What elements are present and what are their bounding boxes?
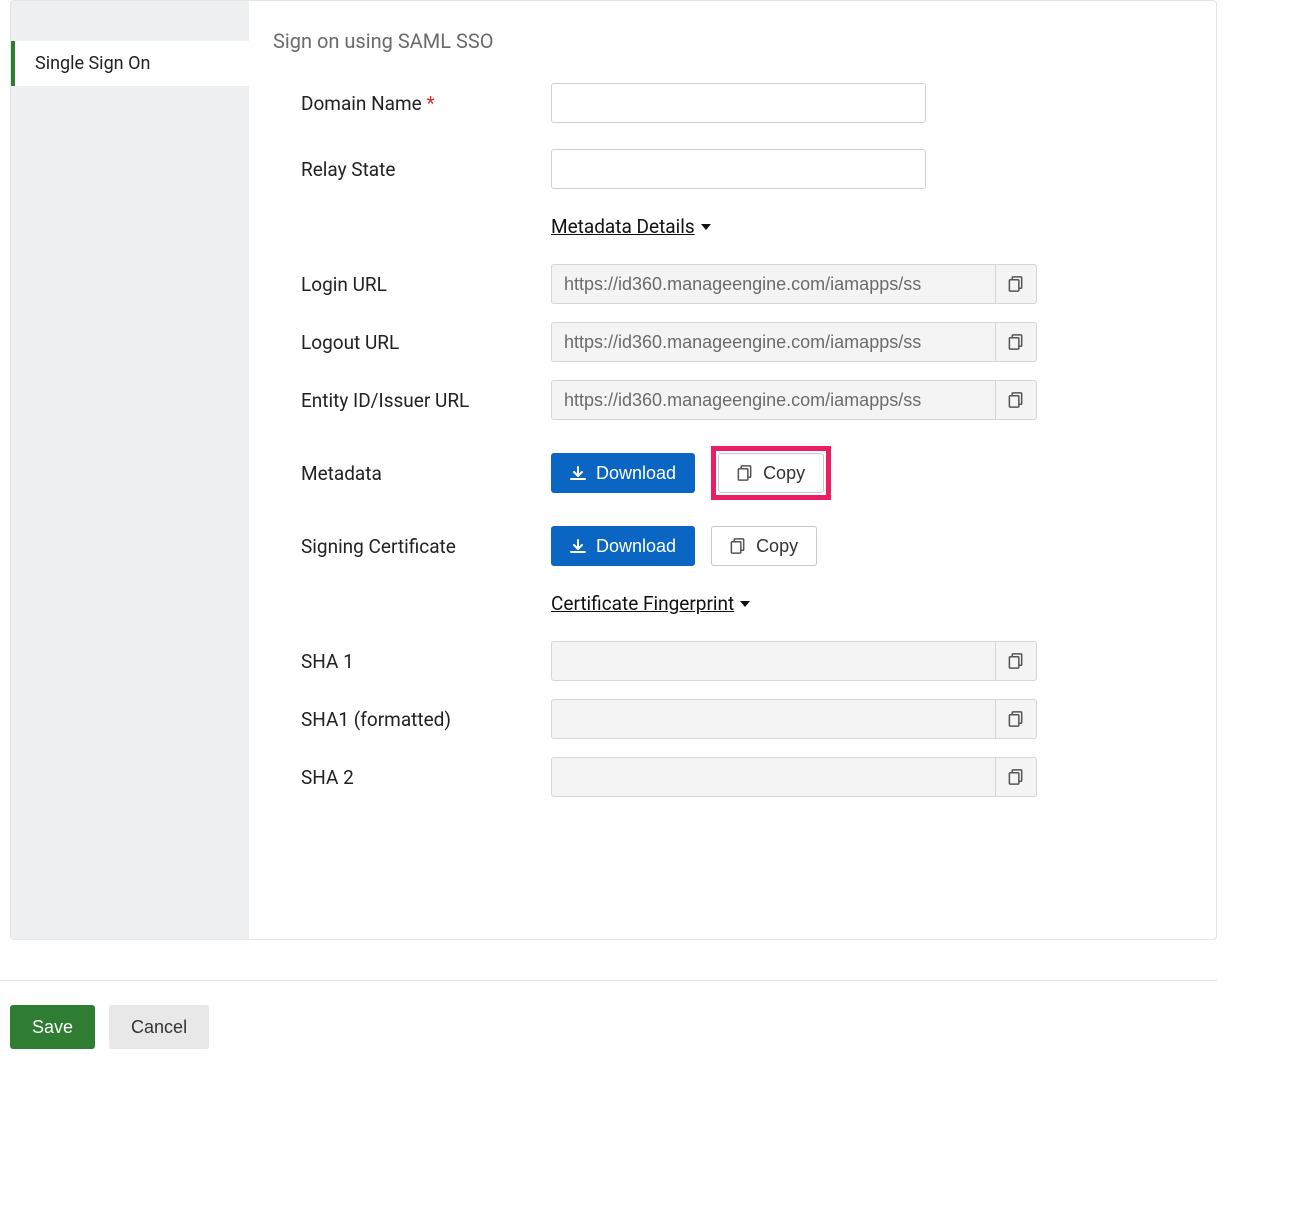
copy-icon <box>1008 710 1024 728</box>
copy-icon <box>1008 391 1024 409</box>
metadata-download-button[interactable]: Download <box>551 453 695 493</box>
page-title: Sign on using SAML SSO <box>273 29 1192 53</box>
cert-copy-button[interactable]: Copy <box>711 526 817 566</box>
copy-icon <box>737 464 753 482</box>
sha2-label: SHA 2 <box>273 766 551 789</box>
copy-icon <box>1008 333 1024 351</box>
main-content: Sign on using SAML SSO Domain Name * Rel… <box>249 1 1216 939</box>
caret-down-icon <box>701 224 711 230</box>
logout-url-input[interactable] <box>551 322 995 362</box>
copy-icon <box>1008 275 1024 293</box>
sha2-input[interactable] <box>551 757 995 797</box>
login-url-label: Login URL <box>273 273 551 296</box>
cancel-button[interactable]: Cancel <box>109 1005 209 1049</box>
settings-panel: Single Sign On Sign on using SAML SSO Do… <box>10 0 1217 940</box>
save-button[interactable]: Save <box>10 1005 95 1049</box>
logout-url-copy-button[interactable] <box>995 322 1037 362</box>
login-url-input[interactable] <box>551 264 995 304</box>
logout-url-label: Logout URL <box>273 331 551 354</box>
sha1-formatted-label: SHA1 (formatted) <box>273 708 551 731</box>
entity-id-input[interactable] <box>551 380 995 420</box>
highlight-annotation: Copy <box>711 446 831 500</box>
relay-state-input[interactable] <box>551 149 926 189</box>
sha1-label: SHA 1 <box>273 650 551 673</box>
copy-icon <box>1008 768 1024 786</box>
sidebar: Single Sign On <box>11 1 249 939</box>
sidebar-item-sso[interactable]: Single Sign On <box>11 41 249 86</box>
footer-actions: Save Cancel <box>0 980 1217 1049</box>
relay-state-label: Relay State <box>273 158 551 181</box>
sha1-formatted-input[interactable] <box>551 699 995 739</box>
cert-fingerprint-toggle[interactable]: Certificate Fingerprint <box>551 592 750 615</box>
signing-cert-label: Signing Certificate <box>273 535 551 558</box>
sha2-copy-button[interactable] <box>995 757 1037 797</box>
copy-icon <box>730 537 746 555</box>
caret-down-icon <box>740 601 750 607</box>
copy-icon <box>1008 652 1024 670</box>
metadata-label: Metadata <box>273 462 551 485</box>
download-icon <box>570 466 586 481</box>
metadata-copy-button[interactable]: Copy <box>718 453 824 493</box>
domain-name-input[interactable] <box>551 83 926 123</box>
download-icon <box>570 539 586 554</box>
entity-id-copy-button[interactable] <box>995 380 1037 420</box>
sha1-formatted-copy-button[interactable] <box>995 699 1037 739</box>
entity-id-label: Entity ID/Issuer URL <box>273 389 551 412</box>
metadata-details-toggle[interactable]: Metadata Details <box>551 215 711 238</box>
sha1-input[interactable] <box>551 641 995 681</box>
cert-download-button[interactable]: Download <box>551 526 695 566</box>
domain-name-label: Domain Name * <box>273 92 551 115</box>
sha1-copy-button[interactable] <box>995 641 1037 681</box>
login-url-copy-button[interactable] <box>995 264 1037 304</box>
